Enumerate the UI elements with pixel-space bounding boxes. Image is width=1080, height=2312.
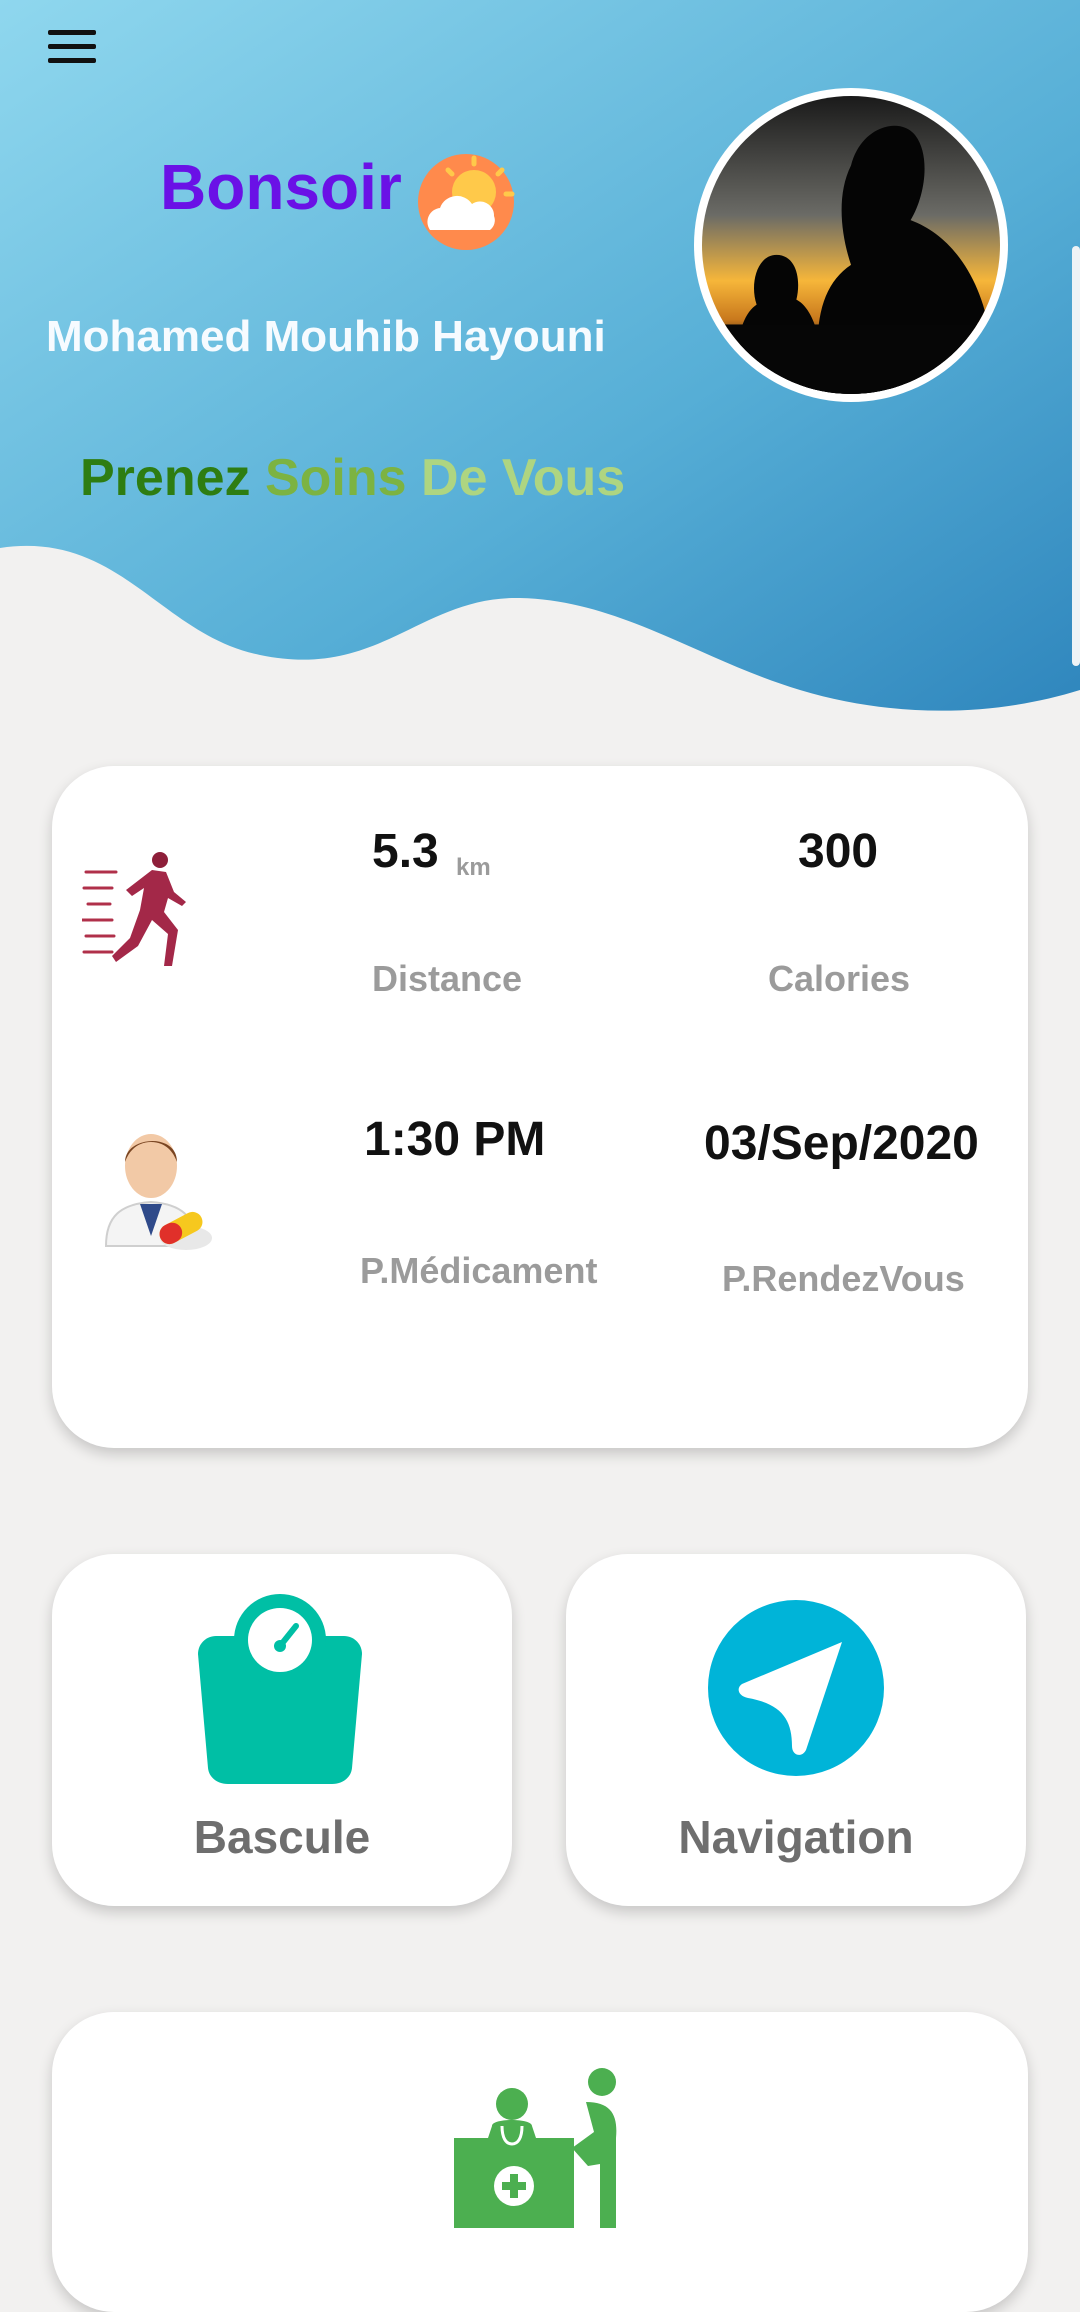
tagline-word-2: Soins: [264, 449, 407, 507]
hamburger-menu-icon[interactable]: [42, 30, 102, 74]
distance-value: 5.3: [372, 825, 439, 878]
bascule-label: Bascule: [193, 1811, 371, 1863]
pharmacy-consultation-icon: [454, 2068, 617, 2228]
partly-cloudy-sun-icon: [418, 154, 515, 250]
runner-icon: [82, 852, 186, 966]
navigation-tile[interactable]: Navigation: [566, 1554, 1026, 1906]
calories-value: 300: [798, 825, 879, 878]
profile-avatar[interactable]: [694, 88, 1008, 402]
medication-time-value: 1:30 PM: [364, 1113, 546, 1166]
avatar-photo: [702, 96, 1000, 395]
tagline-word-1: Prenez: [80, 449, 251, 507]
tagline-word-3: De Vous: [421, 449, 626, 507]
appointment-label: P.RendezVous: [722, 1258, 965, 1299]
tagline: Prenez Soins De Vous: [80, 448, 625, 508]
scroll-indicator[interactable]: [1072, 246, 1080, 666]
distance-label: Distance: [372, 958, 523, 999]
distance-unit: km: [456, 854, 491, 881]
user-name: Mohamed Mouhib Hayouni: [46, 312, 606, 361]
bascule-tile[interactable]: Bascule: [52, 1554, 512, 1906]
appointment-date-value: 03/Sep/2020: [704, 1117, 979, 1170]
health-stats-card: 5.3 km Distance 300 Calories 1:30 PM P.M…: [52, 766, 1028, 1448]
calories-label: Calories: [768, 958, 911, 999]
doctor-pill-icon: [104, 1134, 212, 1250]
weighing-scale-icon: [198, 1594, 362, 1784]
greeting-text: Bonsoir: [160, 151, 402, 223]
consultation-card[interactable]: [52, 2012, 1028, 2312]
navigation-arrow-icon: [708, 1600, 884, 1776]
navigation-label: Navigation: [678, 1811, 914, 1863]
medication-label: P.Médicament: [360, 1250, 598, 1291]
